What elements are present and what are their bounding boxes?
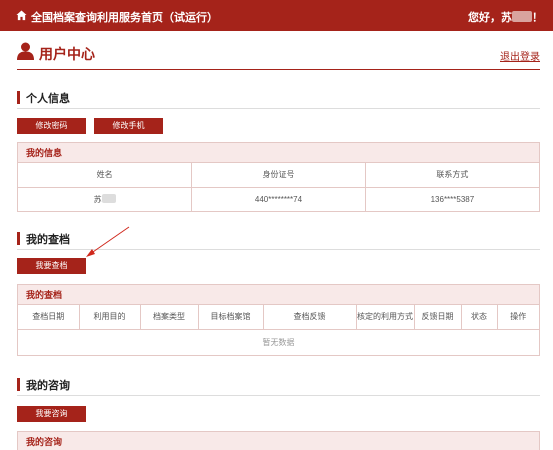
phone-cell: 136****5387 [364, 186, 539, 211]
empty-state-text: 暂无数据 [18, 328, 539, 355]
request-consultation-button[interactable]: 我要咨询 [17, 406, 86, 422]
request-query-button[interactable]: 我要查档 [17, 258, 86, 274]
my-consultations-panel: 我的咨询 [17, 431, 540, 450]
column-header: 状态 [460, 305, 498, 330]
column-header: 查档反馈 [262, 305, 357, 330]
id-number-cell: 440********74 [191, 186, 366, 211]
masked-username [512, 11, 532, 22]
user-icon [17, 42, 34, 60]
column-header: 联系方式 [364, 163, 539, 188]
my-queries-table: 查档日期 利用目的 档案类型 目标档案馆 查档反馈 核定的利用方式 反馈日期 状… [18, 305, 539, 355]
masked-name [101, 193, 116, 203]
home-title-link[interactable]: 全国档案查询利用服务首页（试运行） [31, 9, 218, 25]
top-bar: 全国档案查询利用服务首页（试运行） 您好，苏 ！ [0, 0, 553, 31]
section-marker [17, 91, 20, 104]
section-personal-info: 个人信息 [17, 87, 540, 109]
my-info-title: 我的信息 [18, 143, 539, 163]
column-header: 反馈日期 [413, 305, 462, 330]
section-title-my-queries: 我的查档 [26, 234, 70, 246]
change-phone-button[interactable]: 修改手机 [94, 118, 163, 134]
column-header: 利用目的 [78, 305, 141, 330]
section-title-my-consultations: 我的咨询 [26, 380, 70, 392]
name-value: 苏 [93, 194, 102, 204]
column-header: 目标档案馆 [197, 305, 264, 330]
logout-link[interactable]: 退出登录 [500, 48, 540, 63]
page-title: 用户中心 [39, 46, 95, 62]
section-my-queries: 我的查档 [17, 228, 540, 250]
my-info-table: 姓名 身份证号 联系方式 苏 440********74 136****5387 [18, 163, 539, 211]
user-greeting: 您好，苏 ！ [468, 9, 543, 25]
column-header: 操作 [496, 305, 539, 330]
home-icon[interactable] [16, 10, 27, 21]
section-marker [17, 378, 20, 391]
column-header: 核定的利用方式 [355, 305, 415, 330]
my-queries-panel: 我的查档 查档日期 利用目的 档案类型 目标档案馆 查档反馈 核定的利用方式 反… [17, 284, 540, 356]
section-my-consultations: 我的咨询 [17, 374, 540, 396]
column-header: 查档日期 [18, 305, 80, 330]
user-center-header: 用户中心 退出登录 [17, 40, 540, 70]
section-title-personal-info: 个人信息 [26, 93, 70, 105]
column-header: 档案类型 [139, 305, 199, 330]
column-header: 姓名 [18, 163, 193, 188]
name-cell: 苏 [18, 186, 193, 211]
my-info-panel: 我的信息 姓名 身份证号 联系方式 苏 440********74 136***… [17, 142, 540, 212]
greeting-prefix: 您好，苏 [468, 12, 512, 24]
section-marker [17, 232, 20, 245]
change-password-button[interactable]: 修改密码 [17, 118, 86, 134]
column-header: 身份证号 [191, 163, 366, 188]
my-consultations-title: 我的咨询 [18, 432, 539, 450]
my-queries-title: 我的查档 [18, 285, 539, 305]
table-row: 苏 440********74 136****5387 [18, 186, 539, 211]
greeting-suffix: ！ [532, 12, 543, 24]
